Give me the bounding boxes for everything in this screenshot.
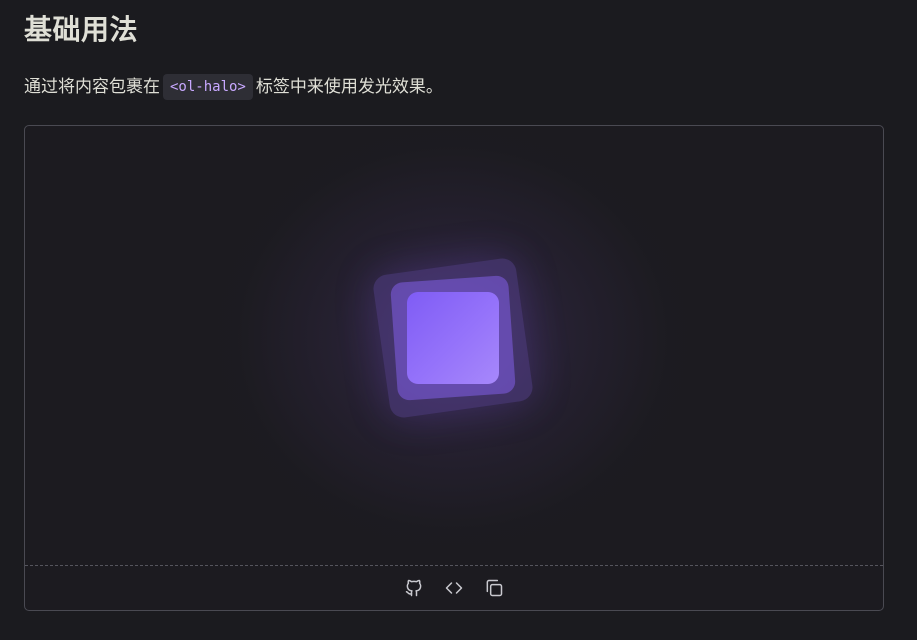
description-text-before: 通过将内容包裹在 — [24, 77, 160, 97]
demo-toolbar — [25, 565, 883, 610]
demo-container — [24, 125, 884, 611]
section-description: 通过将内容包裹在 <ol-halo> 标签中来使用发光效果。 — [24, 72, 443, 102]
github-icon — [405, 579, 422, 597]
inline-code-tag: <ol-halo> — [163, 74, 253, 100]
copy-icon — [486, 579, 503, 597]
github-button[interactable] — [402, 576, 426, 600]
page-title: 基础用法 — [24, 13, 139, 46]
copy-code-button[interactable] — [482, 576, 506, 600]
code-icon — [445, 582, 463, 594]
docs-page: 基础用法 通过将内容包裹在 <ol-halo> 标签中来使用发光效果。 — [0, 0, 917, 640]
demo-preview — [25, 126, 883, 565]
view-code-button[interactable] — [442, 576, 466, 600]
description-text-after: 标签中来使用发光效果。 — [255, 77, 443, 97]
halo-core-square — [407, 292, 499, 384]
